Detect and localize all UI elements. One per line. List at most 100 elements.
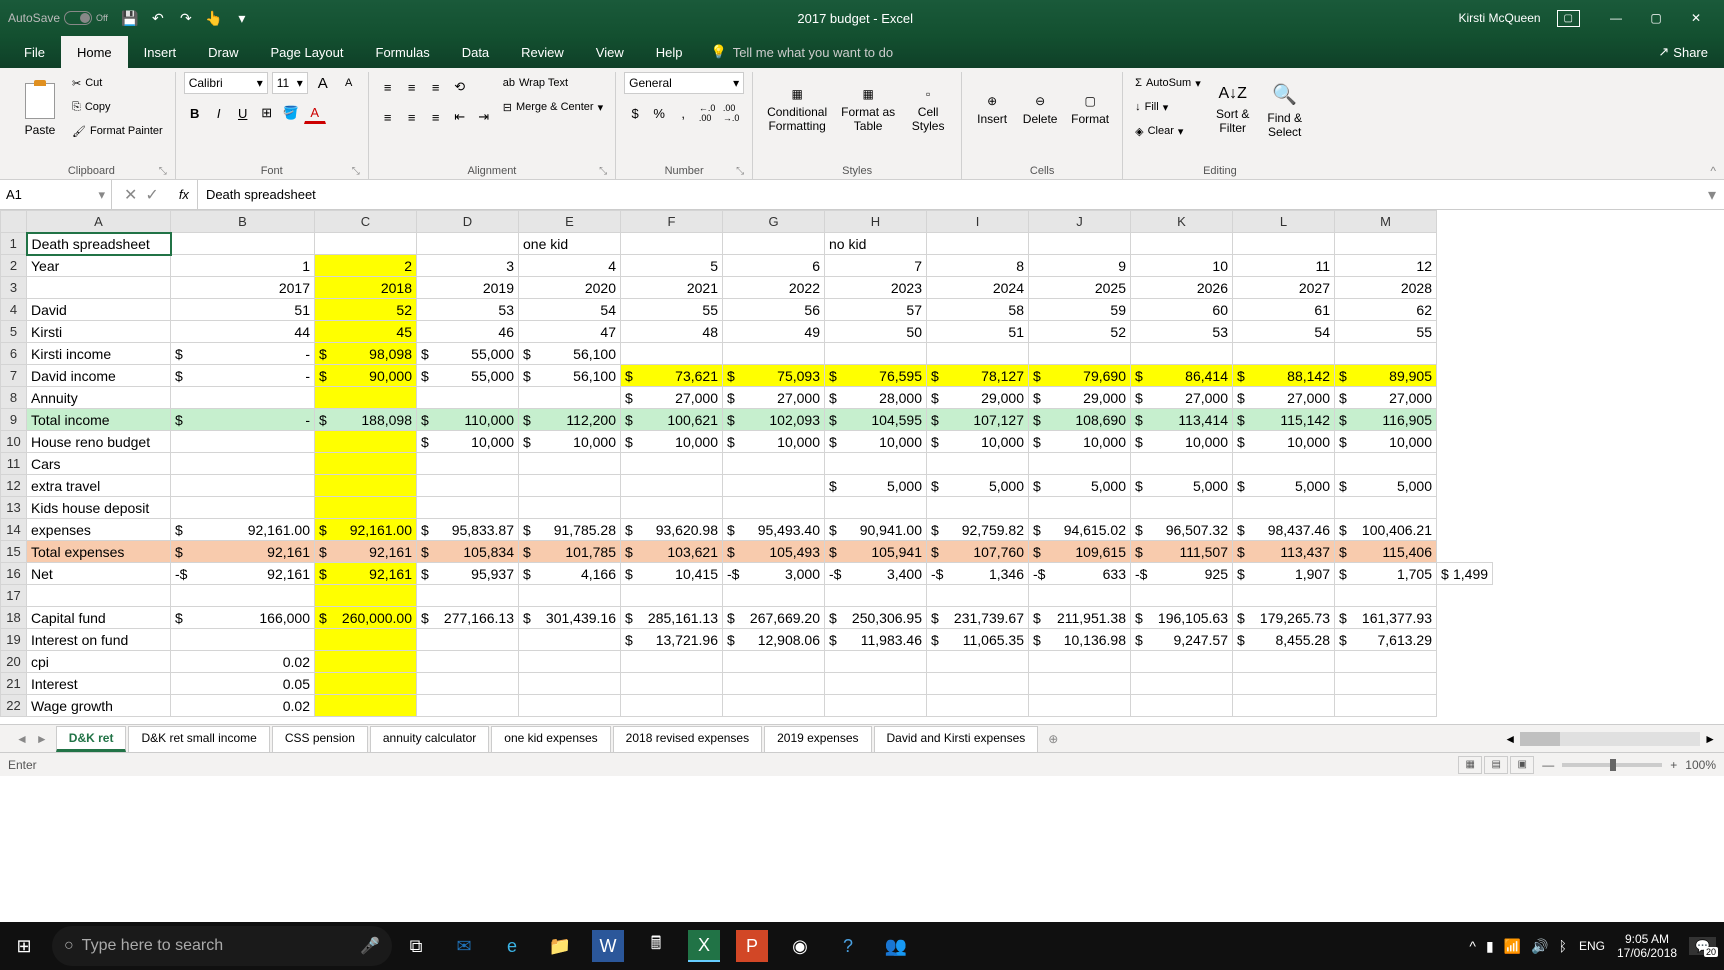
cell[interactable]: $98,437.46: [1233, 519, 1335, 541]
cell[interactable]: $73,621: [621, 365, 723, 387]
cell[interactable]: [417, 453, 519, 475]
cell[interactable]: Interest on fund: [27, 629, 171, 651]
cell[interactable]: [1233, 673, 1335, 695]
cell[interactable]: [927, 453, 1029, 475]
cell[interactable]: [1131, 585, 1233, 607]
font-size-combo[interactable]: 11▾: [272, 72, 308, 94]
cell[interactable]: $10,000: [927, 431, 1029, 453]
cell[interactable]: [1335, 673, 1437, 695]
row-header[interactable]: 22: [1, 695, 27, 717]
sheet-tab[interactable]: D&K ret small income: [128, 726, 269, 752]
cell[interactable]: -$633: [1029, 563, 1131, 585]
cell[interactable]: 8: [927, 255, 1029, 277]
language-indicator[interactable]: ENG: [1579, 939, 1605, 953]
cell[interactable]: [1233, 453, 1335, 475]
cell[interactable]: [1131, 497, 1233, 519]
cell[interactable]: David income: [27, 365, 171, 387]
cell[interactable]: Net: [27, 563, 171, 585]
cell[interactable]: [27, 277, 171, 299]
cell[interactable]: 55: [1335, 321, 1437, 343]
spreadsheet-grid[interactable]: ABCDEFGHIJKLM1Death spreadsheetone kidno…: [0, 210, 1724, 724]
tab-file[interactable]: File: [8, 36, 61, 68]
conditional-formatting-button[interactable]: ▦Conditional Formatting: [761, 72, 833, 148]
percent-button[interactable]: %: [648, 102, 670, 124]
cell[interactable]: $166,000: [171, 607, 315, 629]
cell[interactable]: [723, 695, 825, 717]
cell[interactable]: cpi: [27, 651, 171, 673]
column-header[interactable]: C: [315, 211, 417, 233]
cell[interactable]: [825, 453, 927, 475]
cell[interactable]: $5,000: [927, 475, 1029, 497]
row-header[interactable]: 16: [1, 563, 27, 585]
cell[interactable]: 44: [171, 321, 315, 343]
cell[interactable]: Kirsti: [27, 321, 171, 343]
cell[interactable]: 2023: [825, 277, 927, 299]
row-header[interactable]: 10: [1, 431, 27, 453]
cell[interactable]: $91,785.28: [519, 519, 621, 541]
cell[interactable]: [1335, 233, 1437, 255]
cell[interactable]: [1335, 651, 1437, 673]
cell[interactable]: $92,161.00: [315, 519, 417, 541]
cell[interactable]: $112,200: [519, 409, 621, 431]
cell[interactable]: $55,000: [417, 343, 519, 365]
cell[interactable]: $-: [171, 365, 315, 387]
sheet-tab[interactable]: 2018 revised expenses: [613, 726, 762, 752]
cell[interactable]: [621, 475, 723, 497]
zoom-level[interactable]: 100%: [1685, 758, 1716, 772]
cell[interactable]: [723, 497, 825, 519]
cell[interactable]: $5,000: [825, 475, 927, 497]
cell[interactable]: 56: [723, 299, 825, 321]
cell[interactable]: 46: [417, 321, 519, 343]
cell[interactable]: $10,000: [825, 431, 927, 453]
cell[interactable]: [315, 387, 417, 409]
cell[interactable]: [519, 695, 621, 717]
row-header[interactable]: 12: [1, 475, 27, 497]
align-top-icon[interactable]: ≡: [377, 76, 399, 98]
zoom-out-button[interactable]: —: [1542, 758, 1554, 772]
orientation-icon[interactable]: ⟲: [449, 76, 471, 98]
cell[interactable]: 47: [519, 321, 621, 343]
cell[interactable]: [927, 695, 1029, 717]
cell[interactable]: [1131, 453, 1233, 475]
cell[interactable]: [1029, 695, 1131, 717]
column-header[interactable]: L: [1233, 211, 1335, 233]
cell[interactable]: 52: [1029, 321, 1131, 343]
cell[interactable]: [723, 453, 825, 475]
cell[interactable]: $5,000: [1335, 475, 1437, 497]
cell[interactable]: $196,105.63: [1131, 607, 1233, 629]
cell[interactable]: $95,493.40: [723, 519, 825, 541]
cell[interactable]: $27,000: [723, 387, 825, 409]
cell[interactable]: $11,983.46: [825, 629, 927, 651]
cell[interactable]: Death spreadsheet: [27, 233, 171, 255]
tray-overflow-icon[interactable]: ^: [1469, 938, 1476, 955]
cell[interactable]: extra travel: [27, 475, 171, 497]
cell[interactable]: $93,620.98: [621, 519, 723, 541]
cell[interactable]: [621, 453, 723, 475]
sheet-tab[interactable]: CSS pension: [272, 726, 368, 752]
cell[interactable]: [1335, 497, 1437, 519]
decrease-indent-icon[interactable]: ⇤: [449, 106, 471, 128]
hscroll-right-icon[interactable]: ►: [1704, 732, 1716, 746]
scroll-tabs-left-icon[interactable]: ◄: [16, 732, 28, 746]
cell[interactable]: [825, 343, 927, 365]
cell[interactable]: 2025: [1029, 277, 1131, 299]
alignment-launcher-icon[interactable]: ⤡: [599, 166, 607, 177]
cell[interactable]: no kid: [825, 233, 927, 255]
cell[interactable]: $115,142: [1233, 409, 1335, 431]
bluetooth-icon[interactable]: ᛒ: [1559, 938, 1567, 955]
cell[interactable]: 59: [1029, 299, 1131, 321]
cell[interactable]: -$3,000: [723, 563, 825, 585]
column-header[interactable]: E: [519, 211, 621, 233]
formula-input[interactable]: Death spreadsheet: [198, 187, 1700, 202]
cell[interactable]: $76,595: [825, 365, 927, 387]
cell[interactable]: [723, 343, 825, 365]
cell[interactable]: $109,615: [1029, 541, 1131, 563]
column-header[interactable]: H: [825, 211, 927, 233]
format-cells-button[interactable]: ▢Format: [1066, 72, 1114, 148]
cell[interactable]: 54: [1233, 321, 1335, 343]
cell[interactable]: [621, 343, 723, 365]
cell[interactable]: $27,000: [621, 387, 723, 409]
cell[interactable]: 62: [1335, 299, 1437, 321]
increase-indent-icon[interactable]: ⇥: [473, 106, 495, 128]
cell[interactable]: 6: [723, 255, 825, 277]
